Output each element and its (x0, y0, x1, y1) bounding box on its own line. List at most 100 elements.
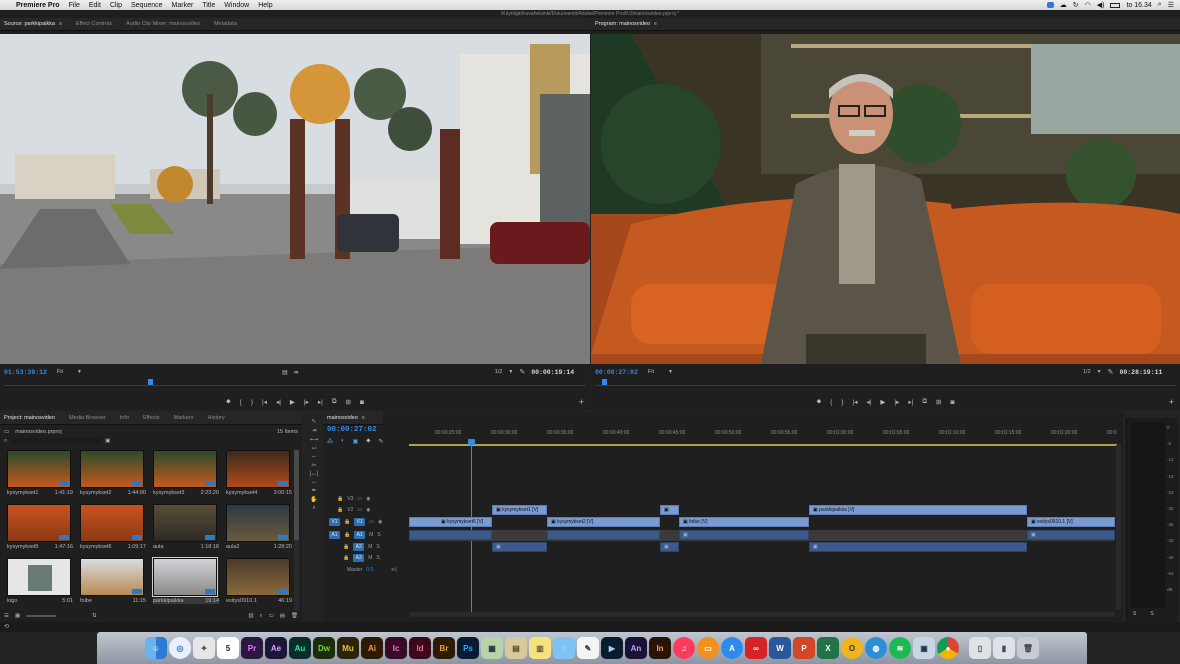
photoshop-icon[interactable]: Ps (457, 637, 479, 659)
eye-icon[interactable]: ◉ (366, 496, 370, 502)
thumb-foibe[interactable] (80, 558, 144, 596)
spotify-icon[interactable]: ≋ (889, 637, 911, 659)
icon-view-icon[interactable]: ▦ (15, 613, 20, 619)
fcp-icon[interactable]: In (649, 637, 671, 659)
preview2-icon[interactable]: ▣ (913, 637, 935, 659)
notification-badge-icon[interactable] (1046, 2, 1054, 8)
notes-icon[interactable]: ▥ (529, 637, 551, 659)
list-item[interactable]: parkkipaikka 19:14 (153, 598, 219, 604)
sync-icon[interactable]: ↻ (1073, 1, 1079, 9)
snap-icon[interactable]: ⁂ (327, 438, 333, 445)
list-item[interactable]: logo 5:01 (7, 598, 73, 604)
lift-icon[interactable]: ⧉ (922, 398, 927, 406)
pen-icon[interactable]: ✒ (311, 487, 316, 494)
program-playhead[interactable] (602, 379, 607, 385)
program-mark-out-icon[interactable]: } (841, 399, 843, 406)
tab-project[interactable]: Project: mainosvideo (4, 415, 55, 421)
clip-v2-kysymykset1[interactable]: ▣ kysymykset1 [V] (492, 505, 547, 515)
trash-icon[interactable]: 🗑 (1017, 637, 1039, 659)
program-scrubber[interactable] (595, 378, 1176, 386)
program-step-back-icon[interactable]: ◂| (866, 398, 871, 406)
clip-a2-3[interactable]: ▣ (809, 542, 1027, 552)
clip-a2-1[interactable]: ▣ (492, 542, 547, 552)
itunes-icon[interactable]: ♫ (673, 637, 695, 659)
automate-icon[interactable]: ▥ (248, 613, 253, 619)
selection-tool-icon[interactable]: ↖ (311, 418, 316, 425)
overwrite-icon[interactable]: ⊞ (345, 398, 350, 406)
word-icon[interactable]: W (769, 637, 791, 659)
list-item[interactable]: foibe 11:15 (80, 598, 146, 604)
list-item[interactable]: kysymykset4 3:00:15 (226, 490, 292, 496)
sort-icon[interactable]: ⇅ (92, 613, 97, 619)
solo-left-button[interactable]: S (1133, 611, 1136, 617)
menu-marker[interactable]: Marker (172, 2, 194, 9)
tab-audio-clip-mixer[interactable]: Audio Clip Mixer: mainosvideo (126, 21, 200, 27)
volume-icon[interactable]: ◀) (1097, 1, 1105, 9)
thumb-esitys[interactable] (226, 558, 290, 596)
rolling-edit-icon[interactable]: ⇿ (311, 445, 316, 452)
excel-icon[interactable]: X (817, 637, 839, 659)
animate-icon[interactable]: An (625, 637, 647, 659)
menu-help[interactable]: Help (258, 2, 272, 9)
tab-source[interactable]: Source: parkkipaikka (4, 21, 55, 27)
source-fit-chevron-icon[interactable]: ▼ (77, 369, 82, 375)
mark-out-icon[interactable]: } (251, 399, 253, 406)
go-to-out-icon[interactable]: ▸| (318, 398, 323, 406)
zoom-slider[interactable] (26, 615, 57, 617)
program-button-editor-icon[interactable]: + (1169, 397, 1174, 407)
timeline-vscroll[interactable] (1116, 445, 1121, 610)
program-fit-select[interactable]: Fit (648, 369, 654, 375)
solo-right-button[interactable]: S (1150, 611, 1153, 617)
track-select-icon[interactable]: ⇥ (311, 427, 316, 434)
thumb-aula[interactable] (153, 504, 217, 542)
thumb-logo[interactable] (7, 558, 71, 596)
menu-title[interactable]: Title (202, 2, 215, 9)
clip-v1-kysymykset6[interactable]: ▣ kysymykset6 [V] (409, 517, 492, 527)
clip-a1-1[interactable] (409, 530, 492, 540)
list-item[interactable]: kysymykset3 2:23:20 (153, 490, 219, 496)
clip-v1-kysymykset2[interactable]: ▣ kysymykset2 [V] (547, 517, 660, 527)
media-encoder-icon[interactable]: ▶ (601, 637, 623, 659)
thumb-kysymykset2[interactable] (80, 450, 144, 488)
tab-media-browser[interactable]: Media Browser (69, 415, 106, 421)
delete-icon[interactable]: 🗑 (291, 613, 298, 619)
lock-icon[interactable]: 🔒 (337, 507, 343, 513)
track-target-a3[interactable]: A3 (353, 554, 365, 562)
documents-icon[interactable]: ▯ (969, 637, 991, 659)
list-item[interactable]: kysymykset5 1:47:16 (7, 544, 73, 550)
menu-edit[interactable]: Edit (89, 2, 101, 9)
program-settings-icon[interactable]: ✎ (1108, 368, 1114, 376)
list-item[interactable]: kysymykset2 1:44:00 (80, 490, 146, 496)
tab-sequence[interactable]: mainosvideo (327, 415, 358, 421)
app-menu[interactable]: Premiere Pro (16, 2, 60, 9)
lock-icon[interactable]: 🔒 (344, 532, 350, 538)
lock-icon[interactable]: 🔒 (337, 496, 343, 502)
track-target-a2[interactable]: A2 (353, 543, 365, 551)
source-patch-a1[interactable]: A1 (329, 531, 340, 539)
add-marker-tl-icon[interactable]: ▣ (353, 438, 359, 445)
incopy-icon[interactable]: Ic (385, 637, 407, 659)
rate-stretch-icon[interactable]: ⇔ (311, 454, 317, 460)
list-view-icon[interactable]: ☰ (4, 613, 9, 619)
marker-icon[interactable]: ⬥ (366, 438, 370, 445)
thumb-kysymykset6[interactable] (80, 504, 144, 542)
books-icon[interactable]: ▤ (505, 637, 527, 659)
powerpoint-icon[interactable]: P (793, 637, 815, 659)
muse-icon[interactable]: Mu (337, 637, 359, 659)
source-playhead[interactable] (148, 379, 153, 385)
insert-icon[interactable]: ⧉ (332, 398, 337, 406)
tab-effects[interactable]: Effects (143, 415, 160, 421)
clip-a2-2[interactable]: ▣ (660, 542, 679, 552)
step-forward-icon[interactable]: |▸ (304, 398, 309, 406)
step-back-icon[interactable]: ◂| (276, 398, 281, 406)
program-video-frame[interactable] (591, 34, 1180, 364)
hand-icon[interactable]: ✋ (310, 496, 317, 503)
source-scrubber[interactable] (4, 378, 586, 386)
extract-icon[interactable]: ⊞ (936, 398, 941, 406)
add-marker-icon[interactable]: ⬥ (226, 398, 231, 406)
list-item[interactable]: kysymykset6 1:09:17 (80, 544, 146, 550)
eye-icon[interactable]: ◉ (378, 519, 382, 525)
new-bin-icon[interactable]: ▣ (105, 438, 110, 444)
program-go-to-out-icon[interactable]: ▸| (908, 398, 913, 406)
source-video-frame[interactable] (0, 34, 590, 364)
